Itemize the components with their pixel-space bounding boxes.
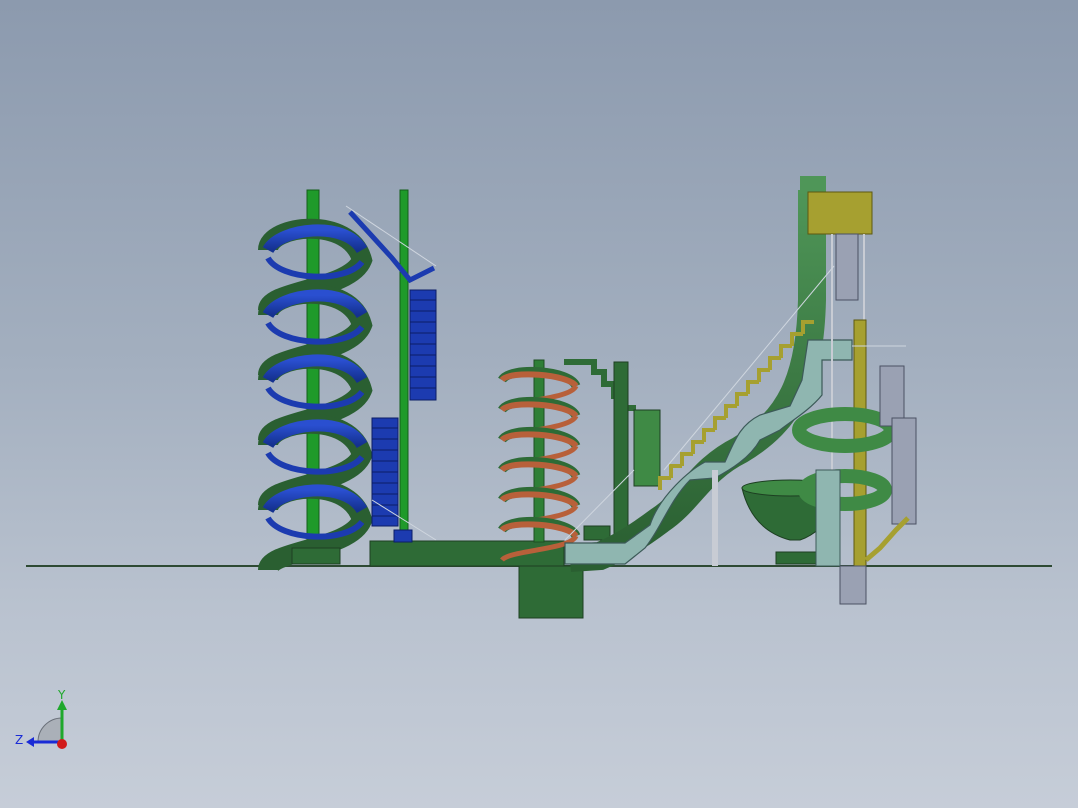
- 3d-model-viewport[interactable]: Y Z: [0, 0, 1078, 808]
- foundation-block: [518, 565, 584, 619]
- right-green-spiral: [792, 407, 898, 511]
- x-axis-dot: [57, 739, 67, 749]
- base-platform: [369, 540, 565, 567]
- y-axis-label: Y: [57, 688, 66, 702]
- orientation-triad: Y Z: [15, 688, 67, 749]
- blue-spiral-slide[interactable]: [258, 189, 373, 574]
- orange-spiral-slide[interactable]: [498, 359, 581, 563]
- z-axis-label: Z: [15, 733, 23, 747]
